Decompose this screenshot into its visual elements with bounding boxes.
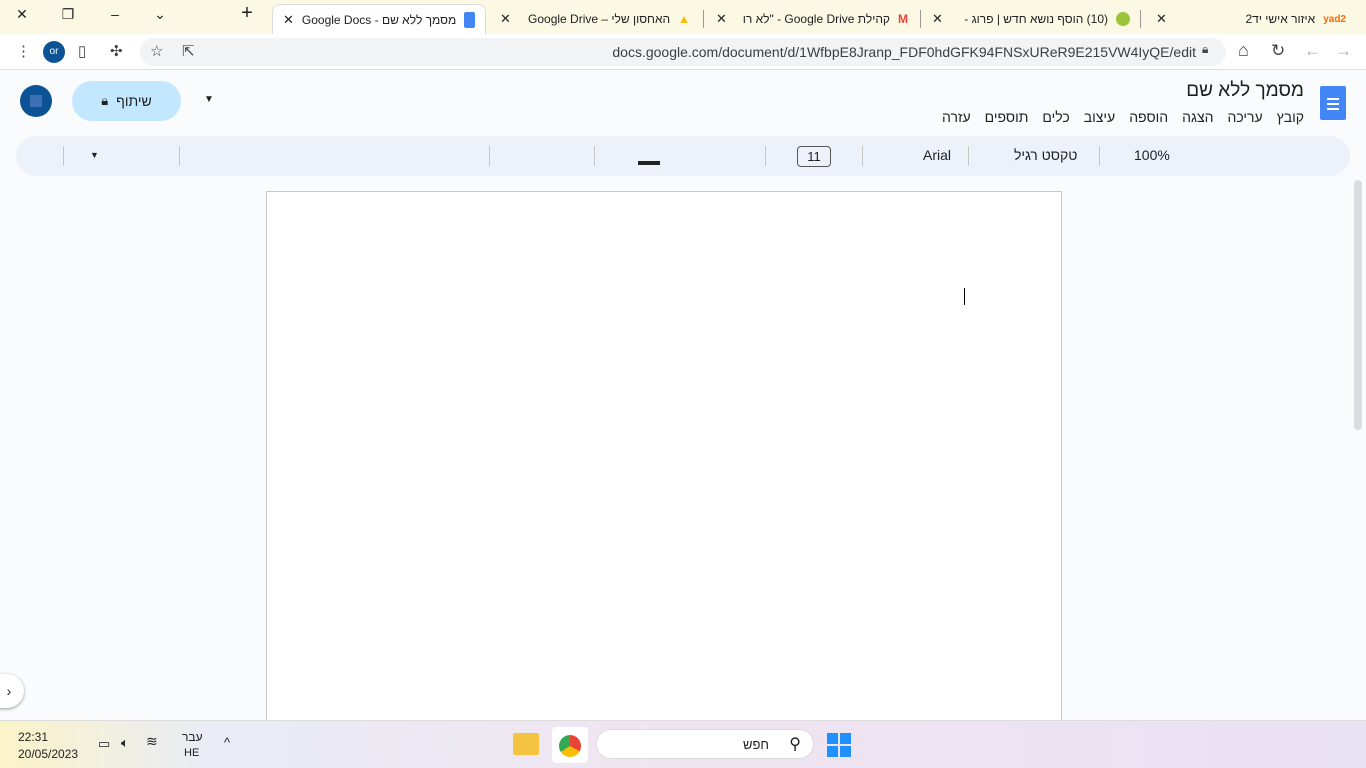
drive-icon: ▲ — [678, 12, 690, 26]
expand-outline-button[interactable]: › — [0, 674, 24, 708]
tab-yad2[interactable]: yad2 איזור אישי יד2 ✕ — [1146, 4, 1356, 34]
tab-label: מסמך ללא שם - Google Docs — [301, 12, 457, 27]
text-cursor — [964, 288, 965, 305]
yad2-icon: yad2 — [1323, 13, 1346, 25]
share-button[interactable]: שיתוף 🔒︎ — [72, 81, 181, 121]
menu-insert[interactable]: הוספה — [1129, 109, 1168, 125]
tab-google-drive[interactable]: ▲ האחסון שלי – Google Drive ✕ — [490, 4, 700, 34]
search-placeholder: חפש — [743, 737, 769, 752]
wifi-icon[interactable]: ≋ — [146, 733, 158, 750]
lock-icon: 🔒︎ — [101, 93, 109, 108]
share-page-icon[interactable]: ⇱ — [182, 42, 195, 60]
menu-bar: קובץ עריכה הצגה הוספה עיצוב כלים תוספים … — [942, 109, 1304, 125]
prog-icon — [1116, 12, 1130, 26]
menu-kebab-icon[interactable]: ⋮ — [16, 42, 31, 60]
home-icon[interactable]: ⌂ — [1238, 40, 1249, 61]
account-avatar[interactable] — [20, 85, 52, 117]
battery-icon[interactable]: ▭ — [98, 736, 110, 752]
language-code[interactable]: HE — [184, 747, 199, 759]
forward-arrow-icon[interactable]: → — [1335, 41, 1352, 61]
scrollbar[interactable] — [1354, 180, 1362, 430]
tab-search-chevron-icon[interactable]: ⌄ — [150, 6, 170, 23]
menu-tools[interactable]: כלים — [1042, 109, 1069, 125]
new-tab-button[interactable]: + — [237, 2, 257, 25]
docs-logo-icon[interactable] — [1320, 86, 1346, 120]
docs-icon — [464, 11, 475, 28]
menu-view[interactable]: הצגה — [1182, 109, 1213, 125]
tab-google-docs[interactable]: מסמך ללא שם - Google Docs ✕ — [272, 4, 486, 34]
minimize-window-button[interactable]: – — [105, 6, 125, 22]
file-explorer-icon[interactable] — [513, 733, 539, 755]
menu-file[interactable]: קובץ — [1277, 109, 1304, 125]
clock-date[interactable]: 20/05/2023 — [18, 747, 78, 761]
chrome-taskbar-button[interactable] — [552, 727, 588, 763]
close-tab-icon[interactable]: ✕ — [500, 11, 511, 27]
document-title[interactable]: מסמך ללא שם — [1186, 80, 1304, 102]
windows-start-icon[interactable] — [827, 733, 851, 757]
url-text[interactable]: docs.google.com/document/d/1WfbpE8Jranp_… — [612, 44, 1196, 60]
zoom-select[interactable]: 100% — [1134, 147, 1170, 163]
close-tab-icon[interactable]: ✕ — [716, 11, 727, 27]
restore-window-button[interactable]: ❐ — [58, 6, 78, 23]
tab-label: (10) הוסף נושא חדש | פרוג - — [964, 12, 1108, 26]
taskbar-search[interactable]: חפש ⚲ — [596, 729, 814, 759]
menu-format[interactable]: עיצוב — [1084, 109, 1115, 125]
back-arrow-icon[interactable]: ← — [1304, 41, 1321, 61]
close-tab-icon[interactable]: ✕ — [932, 11, 943, 27]
tab-label: האחסון שלי – Google Drive — [528, 12, 671, 26]
reload-icon[interactable]: ↻ — [1271, 41, 1285, 61]
close-tab-icon[interactable]: ✕ — [1156, 11, 1167, 27]
menu-edit[interactable]: עריכה — [1227, 109, 1262, 125]
profile-avatar[interactable]: or — [43, 41, 65, 63]
font-size-input[interactable]: 11 — [797, 146, 831, 167]
document-page[interactable] — [266, 191, 1062, 731]
share-dropdown-icon[interactable]: ▼ — [204, 94, 214, 105]
lock-icon[interactable]: 🔒︎ — [1202, 42, 1208, 57]
menu-help[interactable]: עזרה — [942, 109, 971, 125]
side-panel-icon[interactable]: ▯ — [78, 42, 86, 60]
bookmark-star-icon[interactable]: ☆ — [150, 42, 163, 60]
font-select[interactable]: Arial — [923, 147, 951, 163]
show-hidden-icons-chevron-icon[interactable]: ^ — [224, 735, 230, 750]
tab-prog[interactable]: (10) הוסף נושא חדש | פרוג - ✕ — [922, 4, 1140, 34]
formatting-toolbar: 100% טקסט רגיל Arial 11 ▼ — [16, 136, 1350, 176]
menu-addons[interactable]: תוספים — [985, 109, 1029, 125]
tab-bar: ✕ ❐ – ⌄ + מסמך ללא שם - Google Docs ✕ ▲ … — [0, 0, 1366, 34]
tab-label: איזור אישי יד2 — [1245, 12, 1316, 26]
close-window-button[interactable]: ✕ — [12, 6, 32, 23]
volume-icon[interactable]: 🔈︎ — [121, 735, 129, 751]
extensions-icon[interactable]: ✣ — [110, 42, 123, 60]
gmail-icon: M — [898, 12, 908, 26]
tab-label: קהילת Google Drive - "לא רו — [742, 12, 890, 26]
text-color-indicator[interactable] — [638, 161, 660, 165]
share-label: שיתוף — [116, 93, 152, 109]
clock-time[interactable]: 22:31 — [18, 730, 48, 744]
tab-drive-community[interactable]: M קהילת Google Drive - "לא רו ✕ — [706, 4, 918, 34]
close-tab-icon[interactable]: ✕ — [283, 12, 294, 28]
search-icon: ⚲ — [789, 736, 801, 753]
language-label[interactable]: עבר — [182, 730, 203, 744]
chrome-icon — [559, 735, 581, 757]
style-select[interactable]: טקסט רגיל — [1014, 147, 1077, 163]
toolbar-dropdown-icon[interactable]: ▼ — [90, 150, 99, 160]
